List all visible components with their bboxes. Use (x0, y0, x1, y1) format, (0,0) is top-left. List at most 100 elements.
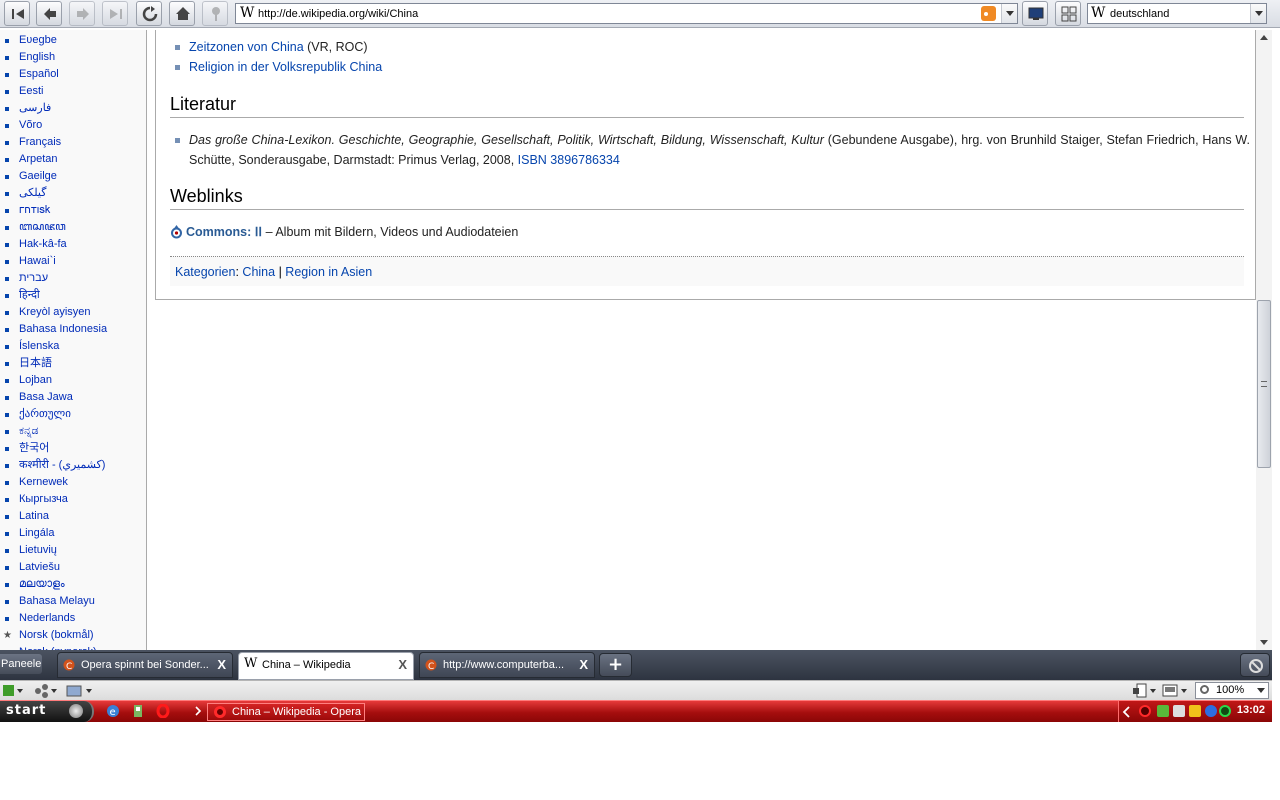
sidebar-language-item[interactable]: 日本語 (0, 355, 107, 372)
unite-button[interactable] (1022, 1, 1048, 26)
zoom-dropdown-button[interactable] (1254, 683, 1268, 698)
sidebar-language-item[interactable]: कश्मीरी - (كشميري) (0, 457, 107, 474)
opera-quicklaunch-icon[interactable] (156, 704, 170, 718)
volume-tray-icon[interactable] (1189, 705, 1201, 717)
sidebar-language-item[interactable]: Eʋegbe (0, 32, 107, 49)
tab-china-wikipedia[interactable]: W China – Wikipedia X (238, 652, 414, 680)
fast-forward-button[interactable] (102, 1, 128, 26)
sidebar-language-item[interactable]: Võro (0, 117, 107, 134)
chevron-right-icon[interactable] (192, 704, 206, 718)
sidebar-language-item[interactable]: English (0, 49, 107, 66)
search-box[interactable]: W (1087, 3, 1267, 24)
sidebar-language-item[interactable]: Bahasa Indonesia (0, 321, 107, 338)
category-china-link[interactable]: China (242, 265, 275, 279)
network-icon[interactable] (33, 683, 59, 698)
reload-button[interactable] (136, 1, 162, 26)
sidebar-language-item[interactable]: Bahasa Melayu (0, 593, 107, 610)
sidebar-language-item[interactable]: 𐌲𐌿𐍄𐌹𐍃𐌺 (0, 202, 107, 219)
page-scrollbar[interactable] (1256, 30, 1272, 650)
categories-link[interactable]: Kategorien (175, 265, 235, 279)
search-dropdown-button[interactable] (1250, 4, 1266, 23)
sidebar-language-item[interactable]: Кыргызча (0, 491, 107, 508)
internet-explorer-icon[interactable]: e (106, 704, 120, 718)
link-zeitzonen[interactable]: Zeitzonen von China (189, 40, 304, 54)
wand-button[interactable] (202, 1, 228, 26)
back-button[interactable] (36, 1, 62, 26)
tray-expand-icon[interactable] (1122, 706, 1132, 718)
sidebar-language-item[interactable]: Arpetan (0, 151, 107, 168)
rewind-button[interactable] (4, 1, 30, 26)
update-tray-icon[interactable] (1205, 705, 1217, 717)
sidebar-language-item[interactable]: Hawai`i (0, 253, 107, 270)
sidebar-language-item[interactable]: Kreyòl ayisyen (0, 304, 107, 321)
chevron-down-icon (1257, 688, 1265, 693)
taskbar-window-opera[interactable]: China – Wikipedia - Opera (207, 703, 365, 721)
security-tray-icon[interactable] (1157, 705, 1169, 717)
scroll-up-icon[interactable] (1260, 35, 1268, 40)
sidebar-language-item[interactable]: Kernewek (0, 474, 107, 491)
status-bar: 100% (0, 680, 1272, 700)
network-tray-icon[interactable] (1173, 705, 1185, 717)
sidebar-language-item[interactable]: മലയാളം (0, 576, 107, 593)
turbo-icon[interactable] (2, 683, 24, 698)
sidebar-language-item[interactable]: Eesti (0, 83, 107, 100)
category-region-asien-link[interactable]: Region in Asien (285, 265, 372, 279)
sidebar-language-item[interactable]: Nederlands (0, 610, 107, 627)
closed-tabs-button[interactable] (1240, 653, 1270, 677)
home-button[interactable] (169, 1, 195, 26)
zoom-control[interactable]: 100% (1195, 682, 1269, 699)
address-input[interactable] (258, 6, 978, 22)
sidebar-language-item[interactable]: Latviešu (0, 559, 107, 576)
sidebar-language-item[interactable]: Íslenska (0, 338, 107, 355)
utility-icon[interactable] (131, 704, 145, 718)
scrollbar-thumb[interactable] (1257, 300, 1271, 468)
new-tab-button[interactable]: + (599, 653, 632, 677)
commons-link[interactable]: Commons: ⅠⅠ (186, 225, 262, 239)
sidebar-language-item[interactable]: فارسی (0, 100, 107, 117)
tab-close-icon[interactable]: X (398, 653, 407, 677)
sidebar-language-item[interactable]: עברית (0, 270, 107, 287)
opera-tray-icon[interactable] (1139, 705, 1151, 717)
sidebar-language-item[interactable]: ქართული (0, 406, 107, 423)
tab-opera-spinnt[interactable]: C Opera spinnt bei Sonder... X (57, 652, 233, 678)
isbn-link[interactable]: ISBN 3896786334 (518, 153, 620, 167)
sidebar-language-item[interactable]: Hak-kâ-fa (0, 236, 107, 253)
tab-close-icon[interactable]: X (579, 653, 588, 677)
back-arrow-icon (44, 8, 56, 20)
sidebar-language-item[interactable]: Español (0, 66, 107, 83)
tile-view-button[interactable] (1055, 1, 1081, 26)
sidebar-language-item[interactable]: گیلکی (0, 185, 107, 202)
wikipedia-favicon: W (240, 5, 255, 21)
sidebar-language-item[interactable]: 한국어 (0, 440, 107, 457)
address-dropdown-button[interactable] (1001, 4, 1017, 23)
tab-computerbase[interactable]: C http://www.computerba... X (419, 652, 595, 678)
sidebar-language-item[interactable]: Gaeilge (0, 168, 107, 185)
rss-feed-icon[interactable] (981, 6, 996, 21)
start-button[interactable]: start (0, 701, 94, 722)
page-info-icon[interactable] (1131, 683, 1157, 698)
sidebar-language-item[interactable]: ꦧꦱꦗꦮ (0, 219, 107, 236)
forward-button[interactable] (69, 1, 95, 26)
sidebar-language-item[interactable]: Lojban (0, 372, 107, 389)
sidebar-language-item[interactable]: Français (0, 134, 107, 151)
sync-icon[interactable] (66, 683, 94, 698)
tab-close-icon[interactable]: X (217, 653, 226, 677)
search-input[interactable] (1110, 6, 1250, 22)
sidebar-language-item[interactable]: ಕನ್ನಡ (0, 423, 107, 440)
commons-description: – Album mit Bildern, Videos und Audiodat… (262, 225, 519, 239)
status-tray-icon[interactable] (1219, 705, 1231, 717)
link-religion[interactable]: Religion in der Volksrepublik China (189, 60, 382, 74)
list-item: Zeitzonen von China (VR, ROC) (170, 37, 1250, 57)
system-tray: 13:02 (1118, 701, 1272, 722)
address-bar[interactable]: W (235, 3, 1018, 24)
scroll-down-icon[interactable] (1260, 640, 1268, 645)
sidebar-language-item[interactable]: Basa Jawa (0, 389, 107, 406)
sidebar-language-item[interactable]: Lietuvių (0, 542, 107, 559)
tab-title: China – Wikipedia (262, 659, 351, 671)
sidebar-language-item[interactable]: Latina (0, 508, 107, 525)
sidebar-language-item[interactable]: Lingála (0, 525, 107, 542)
panels-button[interactable]: Paneele (0, 654, 42, 674)
view-mode-icon[interactable] (1162, 683, 1190, 698)
sidebar-language-item[interactable]: Norsk (bokmål) (0, 627, 107, 644)
sidebar-language-item[interactable]: हिन्दी (0, 287, 107, 304)
